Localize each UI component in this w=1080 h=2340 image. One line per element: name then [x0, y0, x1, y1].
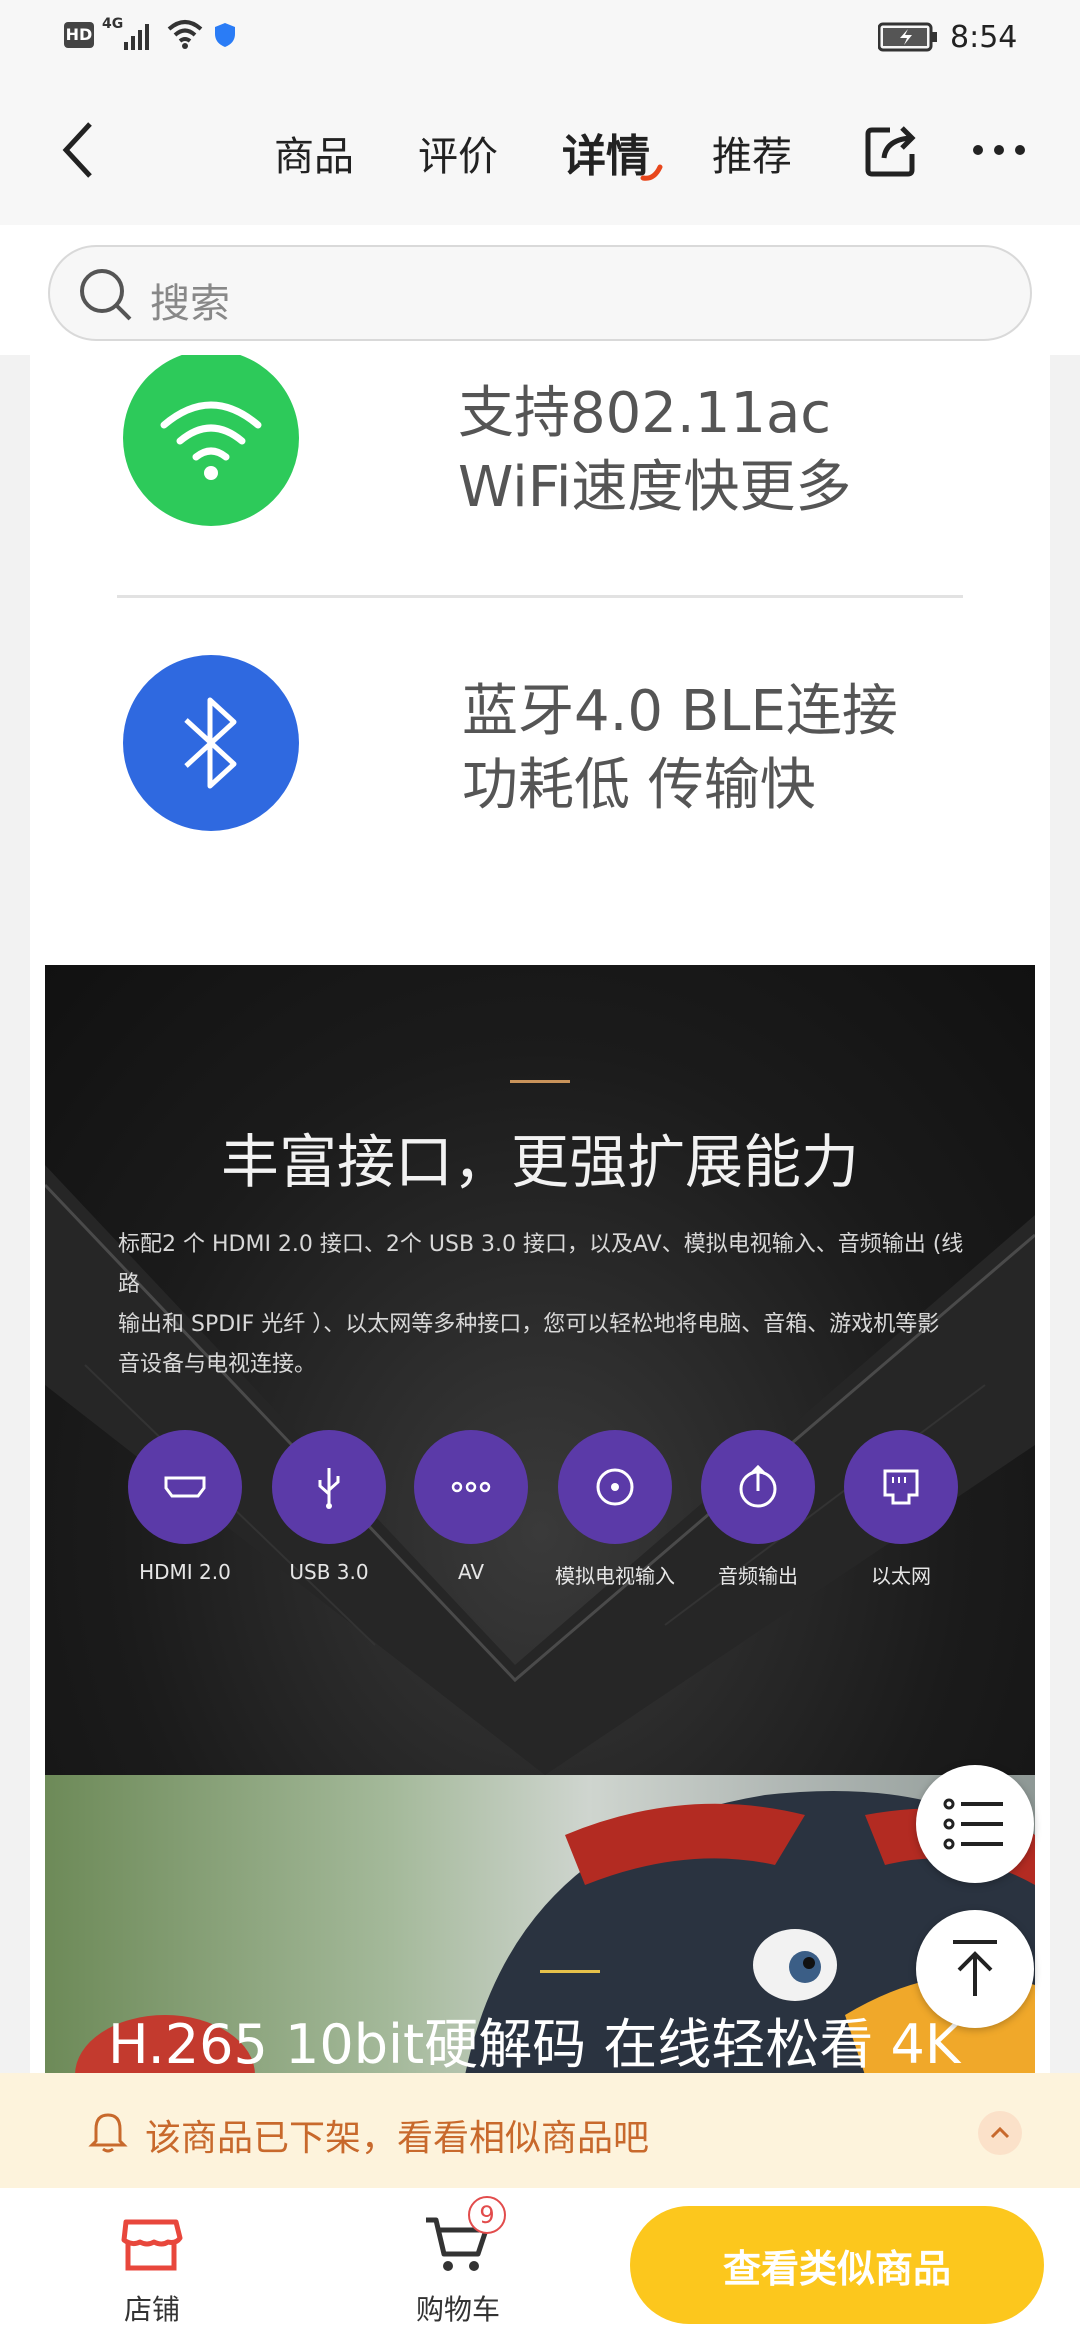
audio-out-icon	[701, 1430, 815, 1544]
cart-count-badge: 9	[468, 2196, 506, 2234]
av-dots-icon	[414, 1430, 528, 1544]
wifi-icon	[166, 18, 204, 54]
tab-reviews[interactable]: 评价	[418, 124, 498, 182]
port-label-av: AV	[457, 1560, 485, 1584]
store-icon	[118, 2210, 184, 2280]
port-label-usb: USB 3.0	[289, 1560, 369, 1584]
accent-line	[510, 1080, 570, 1083]
feature-bluetooth-line2: 功耗低 传输快	[462, 753, 816, 818]
cart-label: 购物车	[415, 2293, 500, 2326]
delisted-notice[interactable]: 该商品已下架，看看相似商品吧	[0, 2073, 1080, 2188]
list-icon[interactable]	[916, 1765, 1034, 1883]
chevron-left-icon[interactable]	[58, 118, 98, 186]
circle-dot-icon	[558, 1430, 672, 1544]
search-icon	[78, 267, 134, 327]
desc-line-3: 音设备与电视连接。	[118, 1352, 317, 1377]
top-nav: 商品 评价 详情 推荐	[0, 80, 1080, 225]
bottom-action-bar: 店铺 购物车 9 查看类似商品	[0, 2188, 1080, 2340]
view-similar-button[interactable]: 查看类似商品	[630, 2206, 1044, 2324]
hdmi-port-icon	[128, 1430, 242, 1544]
cart-button[interactable]: 购物车	[388, 2188, 528, 2340]
decoding-banner: H.265 10bit硬解码 在线轻松看 4K	[45, 1775, 1035, 2075]
feature-bluetooth-line1: 蓝牙4.0 BLE连接	[462, 679, 898, 744]
search-bar-container: 搜索	[0, 225, 1080, 355]
more-dots-icon[interactable]	[972, 142, 1026, 162]
back-to-top-icon[interactable]	[916, 1910, 1034, 2028]
feature-wifi-line2: WiFi速度快更多	[458, 455, 852, 520]
accent-line	[540, 1970, 600, 1973]
interfaces-title: 丰富接口，更强扩展能力	[220, 1128, 859, 1196]
divider	[117, 595, 963, 598]
tab-product[interactable]: 商品	[274, 124, 354, 182]
search-input[interactable]: 搜索	[48, 245, 1032, 341]
battery-charging-icon	[877, 22, 938, 56]
hd-icon: HD	[64, 22, 94, 48]
port-label-tv-in: 模拟电视输入	[555, 1564, 675, 1588]
search-placeholder: 搜索	[150, 281, 230, 327]
active-tab-indicator	[640, 164, 664, 186]
feature-wifi-text: 支持802.11ac WiFi速度快更多	[458, 377, 851, 525]
hd-text: HD	[65, 25, 93, 44]
tab-details[interactable]: 详情	[562, 120, 650, 184]
feature-bluetooth: 蓝牙4.0 BLE连接 功耗低 传输快	[30, 655, 1050, 895]
port-label-hdmi: HDMI 2.0	[139, 1560, 231, 1584]
tab-recommend[interactable]: 推荐	[712, 124, 792, 182]
interfaces-banner: 丰富接口，更强扩展能力 标配2 个 HDMI 2.0 接口、2个 USB 3.0…	[45, 965, 1035, 1775]
desc-line-1: 标配2 个 HDMI 2.0 接口、2个 USB 3.0 接口，以及AV、模拟电…	[118, 1232, 964, 1297]
usb-icon	[272, 1430, 386, 1544]
ethernet-icon	[844, 1430, 958, 1544]
wifi-icon	[123, 355, 299, 526]
shield-icon	[214, 22, 236, 52]
store-label: 店铺	[123, 2293, 180, 2326]
feature-wifi-line1: 支持802.11ac	[458, 381, 832, 446]
bluetooth-icon	[123, 655, 299, 831]
desc-line-2: 输出和 SPDIF 光纤 ）、以太网等多种接口，您可以轻松地将电脑、音箱、游戏机…	[118, 1312, 940, 1337]
notice-text: 该商品已下架，看看相似商品吧	[145, 2118, 650, 2159]
status-bar: HD 4G 8:54	[0, 0, 1080, 80]
feature-bluetooth-text: 蓝牙4.0 BLE连接 功耗低 传输快	[462, 675, 898, 823]
product-detail-content: 支持802.11ac WiFi速度快更多 蓝牙4.0 BLE连接 功耗低 传输快…	[30, 355, 1050, 2075]
port-label-audio: 音频输出	[718, 1564, 798, 1588]
port-label-ethernet: 以太网	[871, 1564, 931, 1588]
share-icon[interactable]	[864, 122, 920, 182]
clock: 8:54	[950, 20, 1018, 55]
4g-signal-icon: 4G	[102, 16, 158, 52]
decoding-title: H.265 10bit硬解码 在线轻松看 4K	[108, 2013, 961, 2075]
store-button[interactable]: 店铺	[82, 2188, 222, 2340]
bell-icon	[88, 2109, 128, 2157]
feature-wifi: 支持802.11ac WiFi速度快更多	[30, 355, 1050, 595]
interfaces-description: 标配2 个 HDMI 2.0 接口、2个 USB 3.0 接口，以及AV、模拟电…	[118, 1225, 978, 1385]
chevron-up-icon[interactable]	[978, 2111, 1022, 2155]
